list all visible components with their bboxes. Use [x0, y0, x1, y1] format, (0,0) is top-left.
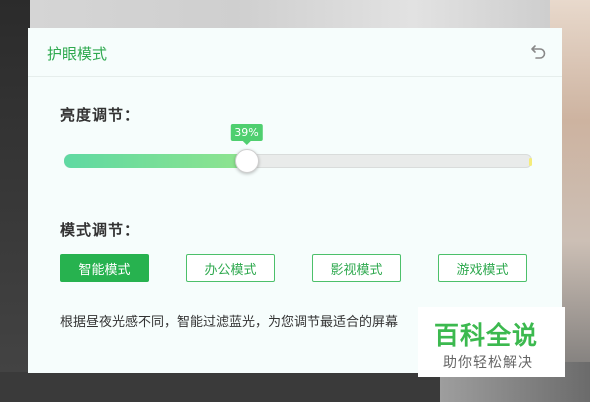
mode-description: 根据昼夜光感不同，智能过滤蓝光，为您调节最适合的屏幕 [60, 315, 399, 330]
office-mode-button[interactable]: 办公模式 [186, 254, 275, 282]
panel-title: 护眼模式 [47, 45, 108, 63]
undo-icon[interactable] [528, 40, 550, 62]
slider-fill [64, 154, 247, 168]
watermark-title: 百科全说 [434, 321, 539, 350]
brightness-slider[interactable]: 39% [64, 124, 532, 173]
game-mode-button[interactable]: 游戏模式 [438, 254, 527, 282]
watermark-subtitle: 助你轻松解决 [443, 355, 533, 371]
mode-label: 模式调节： [60, 221, 141, 239]
brightness-label: 亮度调节： [60, 106, 141, 124]
slider-track-end [529, 158, 532, 166]
background-left-shadow [0, 0, 30, 402]
panel-header: 护眼模式 [28, 28, 562, 77]
slider-knob[interactable] [234, 149, 259, 173]
brightness-value-tooltip: 39% [230, 124, 263, 145]
video-mode-button[interactable]: 影视模式 [312, 254, 401, 282]
smart-mode-button[interactable]: 智能模式 [60, 254, 149, 282]
watermark-logo: 百科全说 助你轻松解决 [418, 307, 565, 377]
